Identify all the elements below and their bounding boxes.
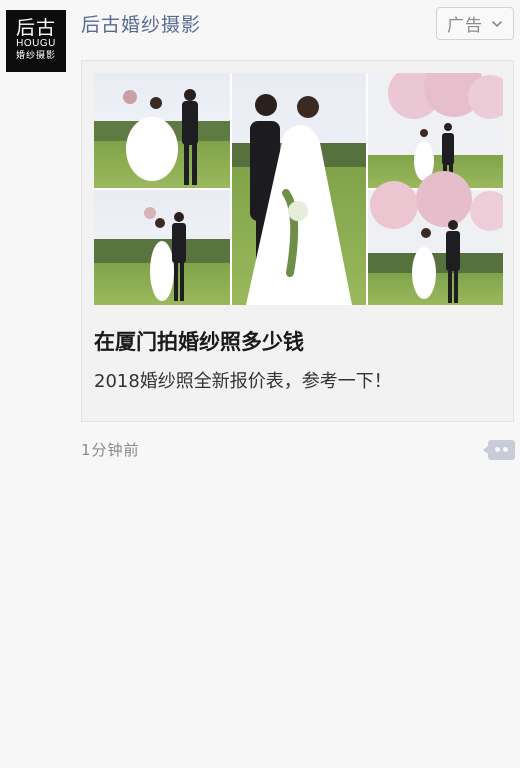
ad-card[interactable]: 在厦门拍婚纱照多少钱 2018婚纱照全新报价表，参考一下！ bbox=[81, 60, 514, 422]
more-comment-icon[interactable] bbox=[483, 440, 515, 460]
collage-image bbox=[94, 73, 503, 305]
logo-sub-text: 婚纱摄影 bbox=[15, 51, 56, 61]
ad-badge-label: 广告 bbox=[447, 16, 483, 36]
advertiser-name[interactable]: 后古婚纱摄影 bbox=[81, 12, 201, 38]
more-dot bbox=[503, 447, 508, 452]
photo-tile-top-right bbox=[368, 73, 503, 188]
logo-english-text: HOUGU bbox=[16, 38, 56, 49]
card-description: 2018婚纱照全新报价表，参考一下！ bbox=[94, 371, 392, 392]
photo-tile-bottom-left bbox=[94, 190, 230, 305]
photo-tile-center bbox=[232, 73, 366, 305]
advertiser-avatar[interactable]: 后古 HOUGU 婚纱摄影 bbox=[6, 10, 66, 72]
wedding-photo-collage bbox=[94, 73, 503, 305]
chevron-down-icon bbox=[492, 20, 502, 27]
post-timestamp: 1分钟前 bbox=[81, 441, 140, 459]
ad-post: 后古 HOUGU 婚纱摄影 后古婚纱摄影 广告 在厦门拍婚纱照多少钱 2018婚… bbox=[0, 0, 520, 768]
photo-tile-bottom-right bbox=[368, 171, 503, 305]
logo-main-text: 后古 bbox=[15, 17, 56, 39]
card-title: 在厦门拍婚纱照多少钱 bbox=[94, 330, 304, 354]
more-dot bbox=[495, 447, 500, 452]
ad-badge-button[interactable]: 广告 bbox=[436, 7, 514, 40]
photo-tile-top-left bbox=[94, 73, 230, 188]
bubble-tail bbox=[483, 446, 488, 454]
